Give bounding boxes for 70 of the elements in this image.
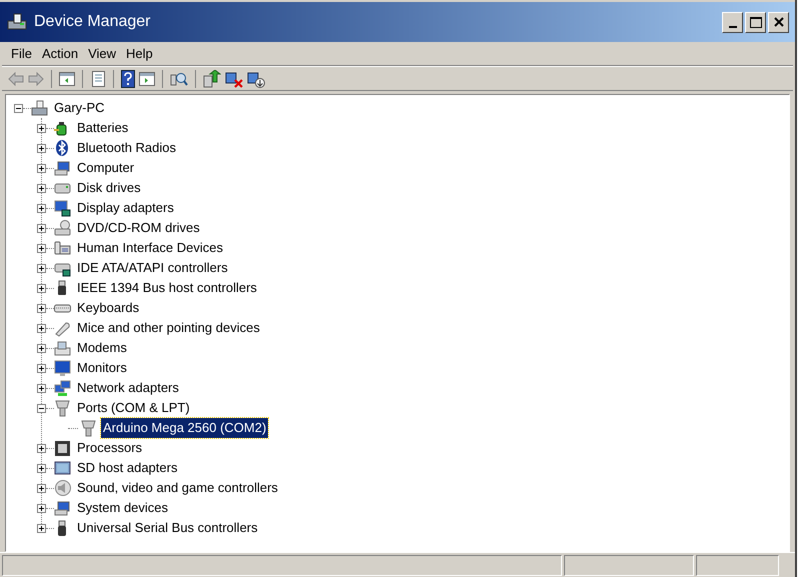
- expand-icon[interactable]: [37, 284, 46, 292]
- expand-icon[interactable]: [37, 264, 46, 272]
- expand-icon[interactable]: [37, 504, 46, 512]
- tree-item[interactable]: IEEE 1394 Bus host controllers: [75, 278, 259, 298]
- tree-item[interactable]: Gary-PC: [52, 98, 107, 118]
- tree-item[interactable]: Computer: [75, 158, 136, 178]
- processor-icon: [54, 440, 71, 456]
- collapse-icon[interactable]: [37, 404, 46, 412]
- menu-item[interactable]: File: [6, 44, 37, 64]
- expand-icon[interactable]: [37, 144, 46, 152]
- expand-icon[interactable]: [37, 124, 46, 132]
- tree-item[interactable]: Ports (COM & LPT): [75, 398, 192, 418]
- port-icon: [54, 400, 71, 416]
- expand-icon[interactable]: [37, 484, 46, 492]
- tree-item[interactable]: System devices: [75, 498, 170, 518]
- tree-item[interactable]: IDE ATA/ATAPI controllers: [75, 258, 230, 278]
- tree-item[interactable]: Keyboards: [75, 298, 142, 318]
- close-icon: [774, 17, 784, 27]
- tree-item[interactable]: Arduino Mega 2560 (COM2): [101, 418, 268, 438]
- tree-item[interactable]: Processors: [75, 438, 144, 458]
- expand-icon[interactable]: [37, 444, 46, 452]
- expand-icon[interactable]: [37, 204, 46, 212]
- computer-icon: [54, 500, 71, 516]
- scan-icon[interactable]: [170, 70, 188, 86]
- uninstall-icon[interactable]: [225, 70, 243, 88]
- expand-icon[interactable]: [37, 344, 46, 352]
- properties-icon[interactable]: [90, 70, 106, 86]
- tree-item[interactable]: Network adapters: [75, 378, 181, 398]
- tree-item[interactable]: Bluetooth Radios: [75, 138, 178, 158]
- maximize-icon: [750, 16, 762, 28]
- action-pane-icon[interactable]: [139, 72, 155, 86]
- update-driver-icon[interactable]: [203, 70, 221, 88]
- expand-icon[interactable]: [37, 244, 46, 252]
- maximize-button[interactable]: [745, 12, 766, 32]
- expand-icon[interactable]: [37, 164, 46, 172]
- card-icon: [54, 460, 71, 476]
- tree-item[interactable]: Display adapters: [75, 198, 176, 218]
- menu-item[interactable]: Help: [121, 44, 158, 64]
- menu-item[interactable]: View: [83, 44, 122, 64]
- window-title: Device Manager: [34, 12, 150, 32]
- expand-icon[interactable]: [37, 224, 46, 232]
- expand-icon[interactable]: [37, 304, 46, 312]
- tree-item[interactable]: Disk drives: [75, 178, 143, 198]
- tree-item[interactable]: Monitors: [75, 358, 129, 378]
- computer-icon: [6, 12, 28, 32]
- tree-item[interactable]: Human Interface Devices: [75, 238, 225, 258]
- close-button[interactable]: [768, 12, 789, 32]
- tree-item[interactable]: DVD/CD-ROM drives: [75, 218, 202, 238]
- port-icon: [80, 420, 97, 436]
- help-icon[interactable]: [121, 70, 135, 88]
- collapse-icon[interactable]: [14, 104, 23, 112]
- tree-item[interactable]: SD host adapters: [75, 458, 180, 478]
- expand-icon[interactable]: [37, 464, 46, 472]
- expand-icon[interactable]: [37, 324, 46, 332]
- console-tree-icon[interactable]: [59, 72, 75, 86]
- tree-item[interactable]: Universal Serial Bus controllers: [75, 518, 260, 538]
- expand-icon[interactable]: [37, 524, 46, 532]
- expand-icon[interactable]: [37, 184, 46, 192]
- tree-item[interactable]: Modems: [75, 338, 129, 358]
- tree-item[interactable]: Batteries: [75, 118, 130, 138]
- expand-icon[interactable]: [37, 364, 46, 372]
- minimize-icon: [728, 26, 736, 28]
- disable-icon[interactable]: [247, 70, 265, 88]
- tree-item[interactable]: Mice and other pointing devices: [75, 318, 262, 338]
- tree-item[interactable]: Sound, video and game controllers: [75, 478, 280, 498]
- bluetooth-icon: [54, 140, 71, 156]
- menu-item[interactable]: Action: [36, 44, 84, 64]
- expand-icon[interactable]: [37, 384, 46, 392]
- minimize-button[interactable]: [722, 12, 743, 32]
- computer-icon: [54, 160, 71, 176]
